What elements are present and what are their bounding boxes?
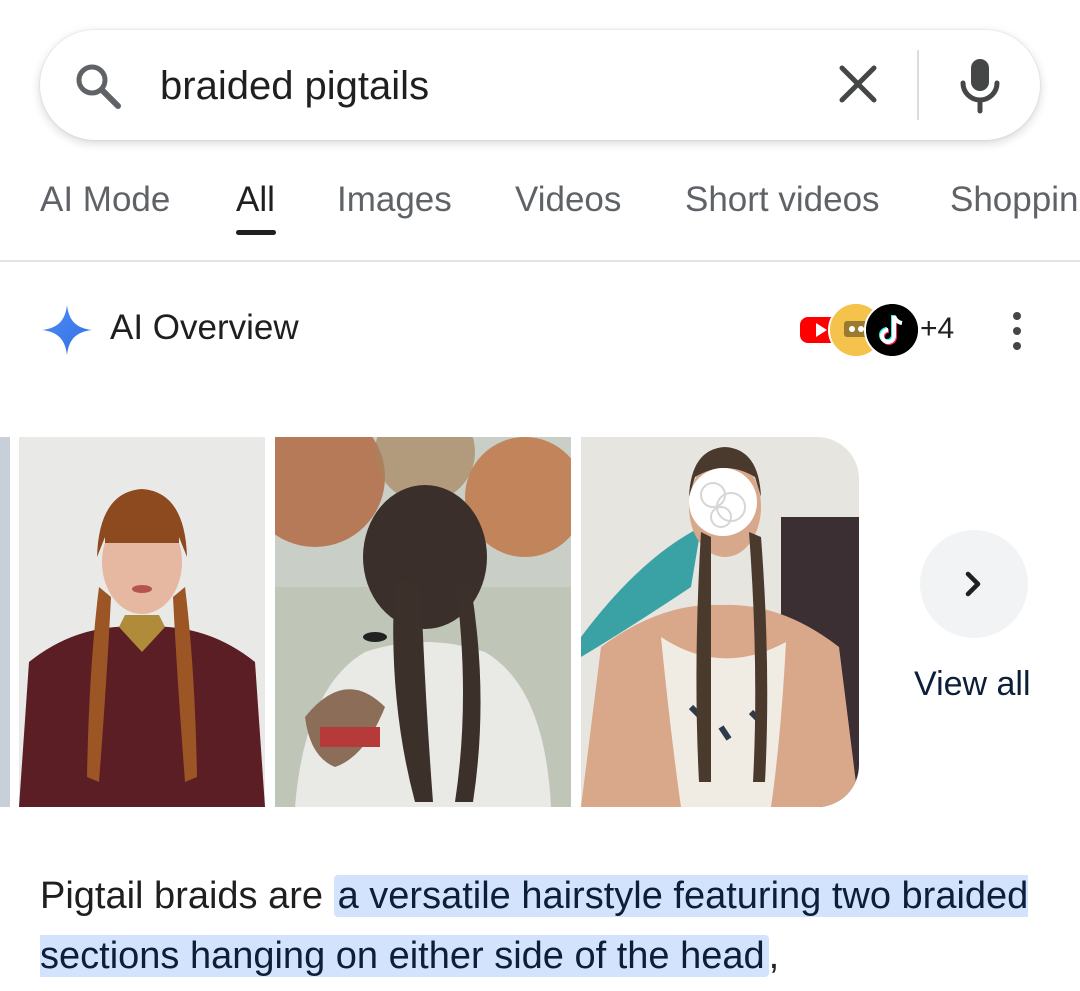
search-divider: [917, 50, 919, 120]
image-thumbnail-partial[interactable]: [0, 437, 10, 807]
microphone-icon[interactable]: [955, 55, 1005, 115]
tab-ai-mode[interactable]: AI Mode: [40, 170, 170, 230]
next-images-button[interactable]: [920, 530, 1028, 638]
search-icon[interactable]: [72, 60, 124, 112]
tab-videos[interactable]: Videos: [515, 170, 621, 230]
image-thumbnail-2[interactable]: [275, 437, 571, 807]
source-icons[interactable]: [792, 302, 922, 358]
chevron-right-icon: [965, 571, 981, 597]
tab-all[interactable]: All: [236, 170, 275, 230]
tab-short-videos[interactable]: Short videos: [685, 170, 880, 230]
tab-shopping[interactable]: Shoppin: [950, 170, 1078, 230]
ai-overview-summary: Pigtail braids are a versatile hairstyle…: [40, 866, 1040, 986]
image-thumbnail-3[interactable]: [581, 437, 859, 807]
search-input[interactable]: braided pigtails: [160, 58, 429, 114]
more-options-icon[interactable]: [1000, 308, 1034, 354]
close-icon[interactable]: [834, 60, 882, 108]
ai-sparkle-icon: [42, 305, 92, 355]
tabs-divider: [0, 260, 1080, 262]
more-sources-count[interactable]: +4: [920, 305, 954, 353]
active-tab-indicator: [236, 230, 276, 235]
view-all-link[interactable]: View all: [914, 660, 1031, 708]
tiktok-icon[interactable]: [864, 302, 920, 358]
ai-overview-title: AI Overview: [110, 308, 299, 347]
image-thumbnail-1[interactable]: [19, 437, 265, 807]
search-tabs: AI Mode All Images Videos Short videos S…: [0, 170, 1080, 260]
summary-suffix: ,: [768, 935, 780, 977]
tab-images[interactable]: Images: [337, 170, 452, 230]
summary-prefix: Pigtail braids are: [40, 875, 334, 917]
